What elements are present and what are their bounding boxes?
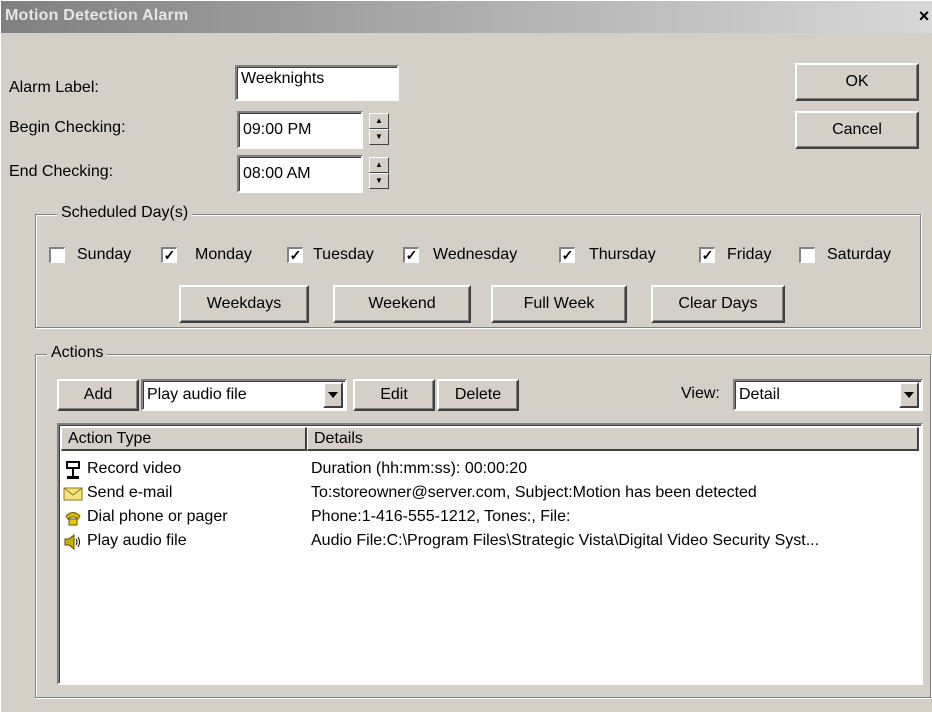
view-select[interactable]: Detail xyxy=(733,379,923,411)
action-details-cell: Audio File:C:\Program Files\Strategic Vi… xyxy=(311,532,820,549)
friday-label: Friday xyxy=(727,246,772,263)
add-button[interactable]: Add xyxy=(57,379,139,411)
tuesday-checkbox[interactable]: ✓ xyxy=(287,247,303,263)
tuesday-label: Tuesday xyxy=(313,246,374,263)
edit-button[interactable]: Edit xyxy=(353,379,435,411)
actions-title: Actions xyxy=(47,344,108,362)
chevron-down-icon[interactable] xyxy=(899,382,919,408)
column-header-action-type[interactable]: Action Type xyxy=(61,427,307,451)
action-details-cell: Duration (hh:mm:ss): 00:00:20 xyxy=(311,460,528,477)
actions-list[interactable]: Action Type Details Record video Duratio… xyxy=(57,423,923,685)
thursday-label: Thursday xyxy=(589,246,656,263)
monday-label: Monday xyxy=(195,246,252,263)
friday-checkbox[interactable]: ✓ xyxy=(699,247,715,263)
delete-button[interactable]: Delete xyxy=(437,379,519,411)
scheduled-days-group xyxy=(35,214,921,328)
scheduled-days-title: Scheduled Day(s) xyxy=(57,204,193,222)
sunday-label: Sunday xyxy=(77,246,132,263)
list-item[interactable]: Record video Duration (hh:mm:ss): 00:00:… xyxy=(63,459,913,481)
phone-icon xyxy=(63,508,83,528)
cancel-button[interactable]: Cancel xyxy=(795,111,919,149)
action-type-cell: Send e-mail xyxy=(87,484,173,501)
clear-days-button[interactable]: Clear Days xyxy=(651,285,785,323)
envelope-icon xyxy=(63,484,83,504)
begin-checking-input[interactable]: 09:00 PM xyxy=(237,111,363,149)
window-title: Motion Detection Alarm xyxy=(5,7,189,24)
end-checking-caption: End Checking: xyxy=(9,163,114,180)
end-checking-input[interactable]: 08:00 AM xyxy=(237,155,363,193)
weekend-button[interactable]: Weekend xyxy=(333,285,471,323)
alarm-label-caption: Alarm Label: xyxy=(9,79,99,96)
full-week-button[interactable]: Full Week xyxy=(491,285,627,323)
action-type-select[interactable]: Play audio file xyxy=(141,379,347,411)
wednesday-label: Wednesday xyxy=(433,246,518,263)
begin-checking-caption: Begin Checking: xyxy=(9,119,126,136)
action-details-cell: Phone:1-416-555-1212, Tones:, File: xyxy=(311,508,571,525)
spin-down-icon[interactable]: ▼ xyxy=(369,129,389,145)
wednesday-checkbox[interactable]: ✓ xyxy=(403,247,419,263)
weekdays-button[interactable]: Weekdays xyxy=(179,285,309,323)
alarm-label-input[interactable]: Weeknights xyxy=(235,65,399,101)
dialog-window: Motion Detection Alarm × Alarm Label: We… xyxy=(0,0,932,712)
chevron-down-icon[interactable] xyxy=(323,382,343,408)
list-item[interactable]: Send e-mail To:storeowner@server.com, Su… xyxy=(63,483,913,505)
action-type-cell: Play audio file xyxy=(87,532,187,549)
spin-down-icon[interactable]: ▼ xyxy=(369,173,389,189)
video-camera-icon xyxy=(63,460,83,480)
list-item[interactable]: Dial phone or pager Phone:1-416-555-1212… xyxy=(63,507,913,529)
saturday-label: Saturday xyxy=(827,246,892,263)
begin-checking-spinner[interactable]: ▲ ▼ xyxy=(369,113,389,147)
saturday-checkbox[interactable] xyxy=(799,247,815,263)
list-item[interactable]: Play audio file Audio File:C:\Program Fi… xyxy=(63,531,913,553)
action-type-cell: Dial phone or pager xyxy=(87,508,228,525)
spin-up-icon[interactable]: ▲ xyxy=(369,113,389,129)
action-details-cell: To:storeowner@server.com, Subject:Motion… xyxy=(311,484,757,501)
end-checking-spinner[interactable]: ▲ ▼ xyxy=(369,157,389,191)
column-header-details[interactable]: Details xyxy=(307,427,919,451)
action-type-cell: Record video xyxy=(87,460,182,477)
ok-button[interactable]: OK xyxy=(795,63,919,101)
speaker-icon xyxy=(63,532,83,552)
sunday-checkbox[interactable] xyxy=(49,247,65,263)
view-label: View: xyxy=(681,385,720,402)
monday-checkbox[interactable]: ✓ xyxy=(161,247,177,263)
title-bar: Motion Detection Alarm × xyxy=(1,1,932,33)
thursday-checkbox[interactable]: ✓ xyxy=(559,247,575,263)
spin-up-icon[interactable]: ▲ xyxy=(369,157,389,173)
close-icon[interactable]: × xyxy=(915,5,932,27)
